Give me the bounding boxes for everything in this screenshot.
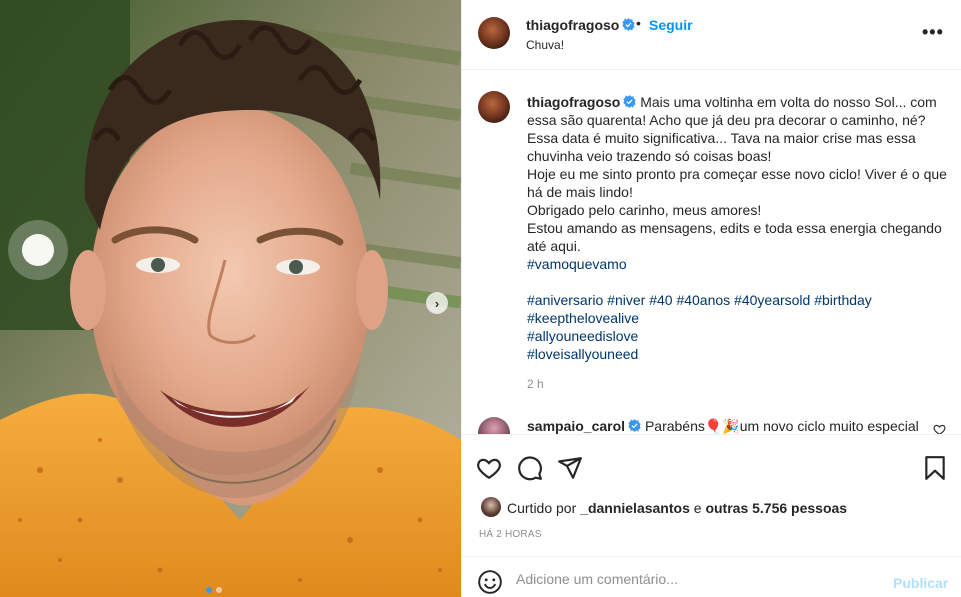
likes-conjunction: e: [693, 500, 702, 516]
caption-line: até aqui.: [527, 238, 581, 254]
caption-author-avatar[interactable]: [478, 91, 510, 123]
hashtag-link[interactable]: #keepthelovealive: [527, 309, 947, 327]
comment-text: Parabéns: [644, 418, 705, 434]
caption-line: essa são quarenta! Acho que já deu pra d…: [527, 112, 926, 128]
comment-like-heart-icon[interactable]: [933, 423, 946, 434]
liker-avatar[interactable]: [481, 497, 501, 517]
author-username[interactable]: thiagofragoso: [526, 17, 636, 33]
comment-item: sampaio_carol Parabéns🎈🎉um novo ciclo mu…: [527, 417, 937, 434]
hashtag-link[interactable]: #allyouneedislove: [527, 327, 947, 345]
post-detail-panel: thiagofragoso • Seguir Chuva! ••• thiago…: [461, 0, 961, 597]
selfie-image: [0, 0, 461, 597]
post-caption: thiagofragoso Mais uma voltinha em volta…: [527, 93, 947, 363]
caption-line: Obrigado pelo carinho, meus amores!: [527, 202, 762, 218]
likes-summary: Curtido por _dannielasantos e outras 5.7…: [507, 500, 847, 516]
comments-area[interactable]: thiagofragoso Mais uma voltinha em volta…: [462, 71, 961, 434]
publish-button[interactable]: Publicar: [893, 575, 948, 591]
emoji-icon[interactable]: [477, 569, 503, 595]
hashtag-link[interactable]: #aniversario: [527, 292, 603, 308]
hashtag-link[interactable]: #40yearsold: [734, 292, 810, 308]
verified-badge-icon: [623, 95, 637, 108]
caption-line: Mais uma voltinha em volta do nosso Sol.…: [640, 94, 937, 110]
caption-line: Essa data é muito significativa... Tava …: [527, 130, 916, 146]
likes-prefix: Curtido por: [507, 500, 577, 516]
hashtag-link[interactable]: #niver: [607, 292, 645, 308]
hashtag-link[interactable]: #vamoquevamo: [527, 255, 947, 273]
comment-icon[interactable]: [517, 455, 543, 481]
heart-icon[interactable]: [476, 455, 502, 481]
bookmark-icon[interactable]: [922, 455, 948, 481]
caption-line: há de mais lindo!: [527, 184, 633, 200]
liker-username[interactable]: _dannielasantos: [580, 500, 690, 516]
carousel-indicator: [206, 587, 222, 593]
commenter-avatar[interactable]: [478, 417, 510, 434]
post-photo[interactable]: ›: [0, 0, 461, 597]
comment-emoji: 🎈🎉: [704, 418, 740, 434]
follow-button[interactable]: Seguir: [649, 17, 693, 33]
carousel-dot: [216, 587, 222, 593]
hashtag-link[interactable]: #loveisallyouneed: [527, 345, 947, 363]
dot-separator: •: [636, 15, 641, 31]
likes-count-link[interactable]: outras 5.756 pessoas: [705, 500, 847, 516]
hashtag-link[interactable]: #40: [649, 292, 672, 308]
post-timestamp[interactable]: HÁ 2 HORAS: [479, 529, 542, 540]
carousel-next-button[interactable]: ›: [426, 292, 448, 314]
hashtag-link[interactable]: #birthday: [814, 292, 872, 308]
verified-badge-icon: [628, 419, 641, 432]
caption-line: chuvinha veio trazendo só coisas boas!: [527, 148, 772, 164]
hashtag-row: #aniversario #niver #40 #40anos #40years…: [527, 291, 947, 309]
share-icon[interactable]: [557, 455, 583, 481]
caption-username[interactable]: thiagofragoso: [527, 94, 637, 110]
caption-line: Estou amando as mensagens, edits e toda …: [527, 220, 942, 236]
more-options-icon[interactable]: •••: [922, 22, 944, 43]
post-location[interactable]: Chuva!: [526, 38, 564, 52]
author-avatar[interactable]: [478, 17, 510, 49]
caption-time[interactable]: 2 h: [527, 377, 544, 391]
hashtag-link[interactable]: #40anos: [676, 292, 730, 308]
commenter-username[interactable]: sampaio_carol: [527, 418, 641, 434]
comment-input[interactable]: [516, 565, 876, 593]
verified-badge-icon: [622, 18, 636, 31]
comment-text: um novo ciclo muito especial: [739, 418, 919, 434]
caption-line: Hoje eu me sinto pronto pra começar esse…: [527, 166, 947, 182]
carousel-dot: [206, 587, 212, 593]
chevron-right-icon: ›: [434, 295, 440, 311]
add-comment-bar: Publicar: [462, 556, 961, 597]
post-header: thiagofragoso • Seguir Chuva! •••: [462, 0, 961, 70]
